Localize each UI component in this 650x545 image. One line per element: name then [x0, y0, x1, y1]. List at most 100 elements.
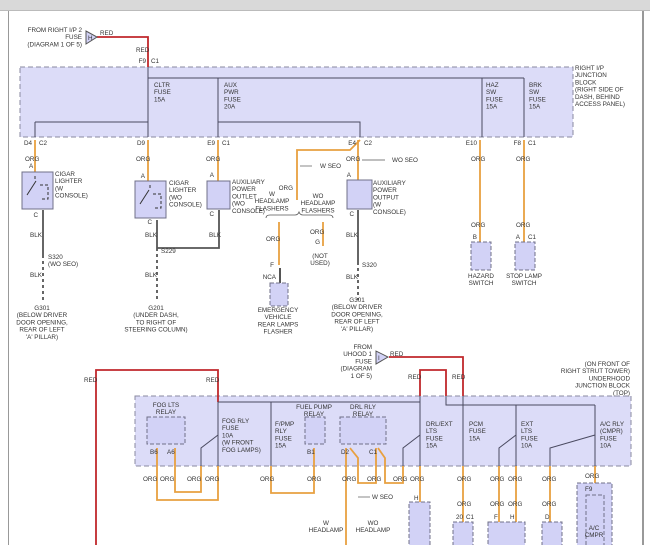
label-line: (UNDER DASH, — [133, 312, 179, 319]
connector-letter: H — [88, 35, 93, 42]
source-connector-label: FROM RIGHT I/P 2 FUSE (DIAGRAM 1 OF 5) — [27, 27, 82, 48]
label-line: AUXILIARY — [373, 180, 407, 187]
a-label: A — [29, 163, 34, 170]
label-line: FUSE — [521, 435, 538, 442]
b6-label: B6 — [150, 449, 158, 456]
label-line: LTS — [426, 428, 437, 435]
label-line: RELAY — [156, 409, 177, 416]
label-line: W — [269, 191, 275, 198]
drl-relay-box — [339, 416, 387, 445]
red-label: RED — [408, 374, 422, 381]
hazard-label: HAZARD SWITCH — [468, 273, 494, 287]
f-label: F — [494, 514, 498, 521]
label-line: POWER — [373, 187, 397, 194]
org-label: ORG — [393, 476, 407, 483]
cigar-lighter-w-label: CIGAR LIGHTER (W CONSOLE) — [55, 171, 88, 200]
p20-label: 20 — [456, 514, 464, 521]
aux-power-outlet-wo-console — [206, 180, 231, 210]
org-label: ORG — [516, 156, 530, 163]
label-line: UNDERHOOD — [589, 375, 631, 382]
label-line: (CMPR) — [600, 428, 623, 435]
label-line: HAZARD — [468, 273, 494, 280]
label-line: CONSOLE) — [373, 209, 406, 216]
org-label: ORG — [508, 501, 522, 508]
label-line: USED) — [310, 260, 330, 267]
e9-label: E9 — [207, 140, 215, 147]
label-line: LIGHTER — [55, 178, 83, 185]
aux-output-label: AUXILIARY POWER OUTPUT (W CONSOLE) — [373, 180, 407, 216]
c-label: C — [147, 219, 152, 226]
label-line: TO RIGHT OF — [136, 319, 177, 326]
label-line: JUNCTION — [575, 72, 607, 79]
label-line: SWITCH — [469, 280, 494, 287]
label-line: (W FRONT — [222, 440, 254, 447]
org-label: ORG — [471, 222, 485, 229]
fuel-pump-relay-box — [304, 416, 326, 445]
label-line: REAR OF LEFT — [19, 327, 64, 334]
label-line: 10A — [600, 443, 612, 450]
a-label: A — [516, 234, 521, 241]
org-label: ORG — [160, 476, 174, 483]
label-line: FUSE — [65, 34, 82, 41]
label-line: FLASHER — [263, 329, 292, 336]
label-line: FOG LAMPS) — [222, 447, 261, 454]
label-line: WO — [313, 193, 324, 200]
label-line: RELAY — [353, 411, 374, 418]
org-label: ORG — [542, 501, 556, 508]
label-line: (ON FRONT OF — [585, 361, 631, 368]
label-line: (DIAGRAM — [341, 366, 373, 373]
hazard-switch-box — [470, 241, 492, 271]
s229-label: S229 — [161, 248, 176, 255]
blk-label: BLK — [209, 232, 222, 239]
not-used-label: (NOT USED) — [310, 253, 330, 267]
org-label: ORG — [367, 476, 381, 483]
label-line: BRK — [529, 82, 543, 89]
label-line: FUSE — [486, 96, 503, 103]
org-label: ORG — [471, 156, 485, 163]
c1-label: C1 — [151, 58, 160, 65]
label-line: HEADLAMP — [356, 527, 391, 534]
cigar-lighter-wo-label: CIGAR LIGHTER (WO CONSOLE) — [169, 180, 202, 209]
label-line: FUSE — [355, 358, 372, 365]
label-line: CMPR — [585, 532, 604, 539]
label-line: (BELOW DRIVER — [332, 304, 383, 311]
org-label: ORG — [310, 229, 324, 236]
aux-power-output-w-console — [346, 179, 373, 210]
org-label: ORG — [187, 476, 201, 483]
c1-label: C1 — [528, 234, 537, 241]
org-label: ORG — [585, 473, 599, 480]
c1-label: C1 — [369, 449, 378, 456]
label-line: DOOR OPENING, — [16, 319, 68, 326]
label-line: DOOR OPENING, — [331, 311, 383, 318]
ground-label: G201 (UNDER DASH, TO RIGHT OF STEERING COLU… — [124, 305, 187, 334]
org-label: ORG — [279, 185, 293, 192]
label-line: STEERING COLUMN) — [124, 327, 187, 334]
org-label: ORG — [342, 476, 356, 483]
label-line: FLASHERS — [255, 205, 288, 212]
label-line: STOP LAMP — [506, 273, 542, 280]
w-headlamp-label: W HEADLAMP FLASHERS — [255, 191, 290, 212]
g-label: G — [315, 239, 320, 246]
stop-lamp-label: STOP LAMP SWITCH — [506, 273, 542, 287]
connector-letter: I — [378, 355, 380, 362]
label-line: FUSE — [154, 89, 171, 96]
label-line: 'A' PILLAR) — [26, 334, 58, 341]
nca-label: NCA — [263, 274, 277, 281]
label-line: AUXILIARY — [232, 179, 266, 186]
label-line: FUSE — [224, 96, 241, 103]
c-label: C — [209, 211, 214, 218]
label-line: 15A — [529, 104, 541, 111]
cigar-lighter-w-console — [21, 171, 54, 210]
label-line: 15A — [154, 96, 166, 103]
org-label: ORG — [206, 156, 220, 163]
source-connector-label: FROM UHOOD 1 FUSE (DIAGRAM 1 OF 5) — [341, 344, 373, 380]
label-line: CIGAR — [169, 180, 189, 187]
label-line: HEADLAMP — [309, 527, 344, 534]
d2-label: D2 — [341, 449, 350, 456]
label-line: 15A — [469, 435, 481, 442]
label-line: EMERGENCY — [258, 307, 299, 314]
label-line: A/C RLY — [600, 421, 625, 428]
d9-label: D9 — [137, 140, 146, 147]
drl-ext-load-box — [408, 501, 431, 545]
label-line: FROM — [353, 344, 372, 351]
